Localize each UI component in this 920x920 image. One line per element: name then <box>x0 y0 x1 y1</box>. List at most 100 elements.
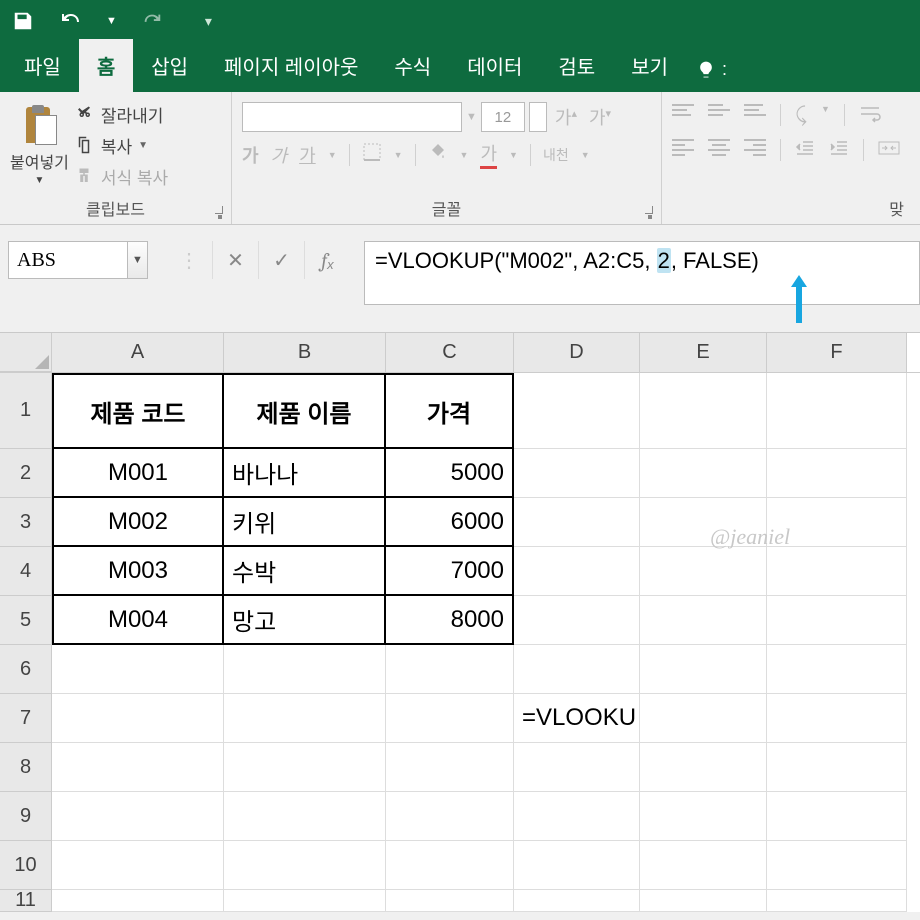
cell[interactable] <box>640 743 767 792</box>
cell[interactable] <box>640 498 767 547</box>
tab-home[interactable]: 홈 <box>79 39 133 92</box>
enter-formula-button[interactable]: ✓ <box>258 241 304 279</box>
col-header-E[interactable]: E <box>640 333 767 372</box>
shrink-font-button[interactable]: 가▾ <box>585 104 615 130</box>
cell[interactable]: 가격 <box>386 373 514 449</box>
align-middle-button[interactable] <box>708 104 730 122</box>
row-header[interactable]: 11 <box>0 890 52 912</box>
cell[interactable] <box>52 645 224 694</box>
align-right-button[interactable] <box>744 139 766 157</box>
cell[interactable]: 수박 <box>224 547 386 596</box>
cell[interactable] <box>514 596 640 645</box>
cell[interactable] <box>514 890 640 912</box>
row-header[interactable]: 4 <box>0 547 52 596</box>
col-header-F[interactable]: F <box>767 333 907 372</box>
cell[interactable] <box>52 743 224 792</box>
tab-view[interactable]: 보기 <box>613 39 686 92</box>
cell[interactable] <box>514 841 640 890</box>
paste-dropdown-icon[interactable]: ▼ <box>34 175 44 186</box>
dialog-launcher-icon[interactable] <box>639 206 651 218</box>
border-button[interactable] <box>362 142 382 167</box>
cell[interactable] <box>386 694 514 743</box>
font-size-combo[interactable]: 12 <box>481 102 525 132</box>
align-bottom-button[interactable] <box>744 104 766 122</box>
cell[interactable]: 제품 코드 <box>52 373 224 449</box>
cell[interactable] <box>386 792 514 841</box>
cell[interactable]: M003 <box>52 547 224 596</box>
cell[interactable]: 5000 <box>386 449 514 498</box>
cell[interactable] <box>386 645 514 694</box>
dialog-launcher-icon[interactable] <box>209 206 221 218</box>
align-center-button[interactable] <box>708 139 730 157</box>
italic-button[interactable]: 가 <box>271 142 288 168</box>
col-header-D[interactable]: D <box>514 333 640 372</box>
phonetic-button[interactable]: 내천 <box>543 145 569 165</box>
tab-insert[interactable]: 삽입 <box>133 39 206 92</box>
row-header[interactable]: 10 <box>0 841 52 890</box>
cell[interactable] <box>767 645 907 694</box>
row-header[interactable]: 1 <box>0 373 52 449</box>
align-left-button[interactable] <box>672 139 694 157</box>
qat-customize-icon[interactable]: ▾ <box>205 13 212 30</box>
cell[interactable] <box>52 890 224 912</box>
cell[interactable] <box>224 694 386 743</box>
copy-dropdown-icon[interactable]: ▼ <box>138 140 148 151</box>
select-all-corner[interactable] <box>0 333 52 372</box>
cell[interactable]: 6000 <box>386 498 514 547</box>
cell[interactable] <box>514 743 640 792</box>
cell[interactable]: M001 <box>52 449 224 498</box>
increase-indent-button[interactable] <box>829 139 849 162</box>
align-top-button[interactable] <box>672 104 694 122</box>
cell[interactable] <box>767 890 907 912</box>
grow-font-button[interactable]: 가▴ <box>551 104 581 130</box>
tab-review[interactable]: 검토 <box>540 39 613 92</box>
cell[interactable] <box>514 547 640 596</box>
cell[interactable] <box>52 841 224 890</box>
redo-icon[interactable] <box>139 8 165 34</box>
col-header-C[interactable]: C <box>386 333 514 372</box>
cell[interactable]: 8000 <box>386 596 514 645</box>
cell[interactable] <box>386 890 514 912</box>
cell[interactable] <box>514 449 640 498</box>
cell[interactable] <box>386 841 514 890</box>
cell[interactable] <box>640 373 767 449</box>
cell[interactable]: 7000 <box>386 547 514 596</box>
cell[interactable] <box>767 694 907 743</box>
formula-input[interactable]: =VLOOKUP("M002", A2:C5, 2, FALSE) <box>364 241 920 305</box>
row-header[interactable]: 6 <box>0 645 52 694</box>
col-header-A[interactable]: A <box>52 333 224 372</box>
fx-expand-icon[interactable]: ⋮ <box>166 241 212 279</box>
cell-D7[interactable]: =VLOOKU <box>514 694 640 743</box>
cell[interactable] <box>514 792 640 841</box>
cell[interactable] <box>640 694 767 743</box>
cancel-formula-button[interactable]: ✕ <box>212 241 258 279</box>
cell[interactable] <box>52 694 224 743</box>
tab-formulas[interactable]: 수식 <box>376 39 449 92</box>
row-header[interactable]: 3 <box>0 498 52 547</box>
cell[interactable] <box>224 792 386 841</box>
cell[interactable] <box>640 792 767 841</box>
bold-button[interactable]: 가 <box>242 142 259 168</box>
spreadsheet-grid[interactable]: A B C D E F 1 제품 코드 제품 이름 가격 2 M001 바나나 … <box>0 333 920 912</box>
decrease-indent-button[interactable] <box>795 139 815 162</box>
cell[interactable] <box>640 841 767 890</box>
cell[interactable] <box>386 743 514 792</box>
paste-button[interactable]: 붙여넣기 ▼ <box>10 96 69 194</box>
cell[interactable] <box>767 792 907 841</box>
cell[interactable] <box>514 498 640 547</box>
orientation-button[interactable]: ⤹ <box>795 104 807 129</box>
row-header[interactable]: 2 <box>0 449 52 498</box>
cell[interactable] <box>767 449 907 498</box>
cell[interactable] <box>767 596 907 645</box>
undo-icon[interactable] <box>58 8 84 34</box>
format-painter-button[interactable]: 서식 복사 <box>75 164 168 189</box>
font-size-dropdown[interactable] <box>529 102 547 132</box>
cell[interactable] <box>514 373 640 449</box>
row-header[interactable]: 9 <box>0 792 52 841</box>
cell[interactable] <box>767 841 907 890</box>
row-header[interactable]: 5 <box>0 596 52 645</box>
row-header[interactable]: 8 <box>0 743 52 792</box>
copy-button[interactable]: 복사 ▼ <box>75 133 168 158</box>
cell[interactable] <box>52 792 224 841</box>
name-box[interactable]: ABS <box>8 241 128 279</box>
